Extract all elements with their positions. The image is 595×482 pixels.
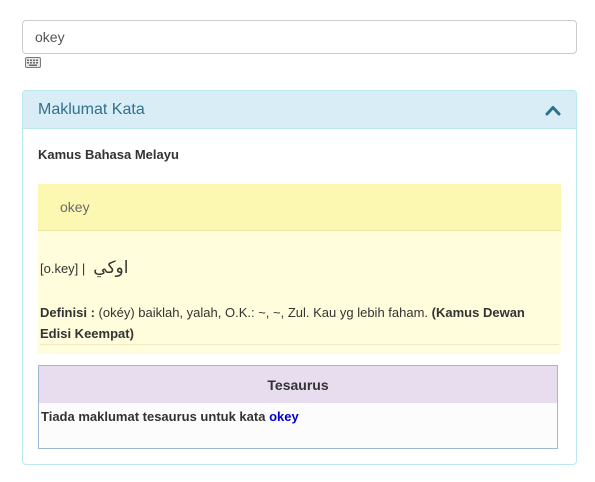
dictionary-source-title: Kamus Bahasa Melayu xyxy=(38,147,179,162)
chevron-up-icon[interactable] xyxy=(545,104,561,116)
panel-heading[interactable]: Maklumat Kata xyxy=(23,91,576,129)
definition-text: (okéy) baiklah, yalah, O.K.: ~, ~, Zul. … xyxy=(98,305,429,320)
pronunciation: [o.key] | xyxy=(40,260,86,276)
keyboard-icon[interactable] xyxy=(25,56,41,68)
search-input[interactable] xyxy=(22,20,577,54)
thesaurus-word-link[interactable]: okey xyxy=(269,409,299,424)
divider xyxy=(40,344,559,345)
panel-title: Maklumat Kata xyxy=(38,100,145,118)
entry-headword: okey xyxy=(38,184,561,231)
word-info-panel: Maklumat Kata Kamus Bahasa Melayu okey [… xyxy=(22,90,577,465)
thesaurus-box: Tesaurus Tiada maklumat tesaurus untuk k… xyxy=(38,365,558,449)
pronunciation-line: [o.key] | اوکي xyxy=(40,258,129,278)
definition: Definisi : (okéy) baiklah, yalah, O.K.: … xyxy=(40,302,530,344)
definition-label: Definisi : xyxy=(40,305,95,320)
thesaurus-title: Tesaurus xyxy=(39,366,557,403)
thesaurus-message-text: Tiada maklumat tesaurus untuk kata xyxy=(41,409,266,424)
jawi-spelling: اوکي xyxy=(93,258,129,278)
thesaurus-message: Tiada maklumat tesaurus untuk kata okey xyxy=(39,403,557,430)
dictionary-entry: okey [o.key] | اوکي Definisi : (okéy) ba… xyxy=(38,184,561,354)
